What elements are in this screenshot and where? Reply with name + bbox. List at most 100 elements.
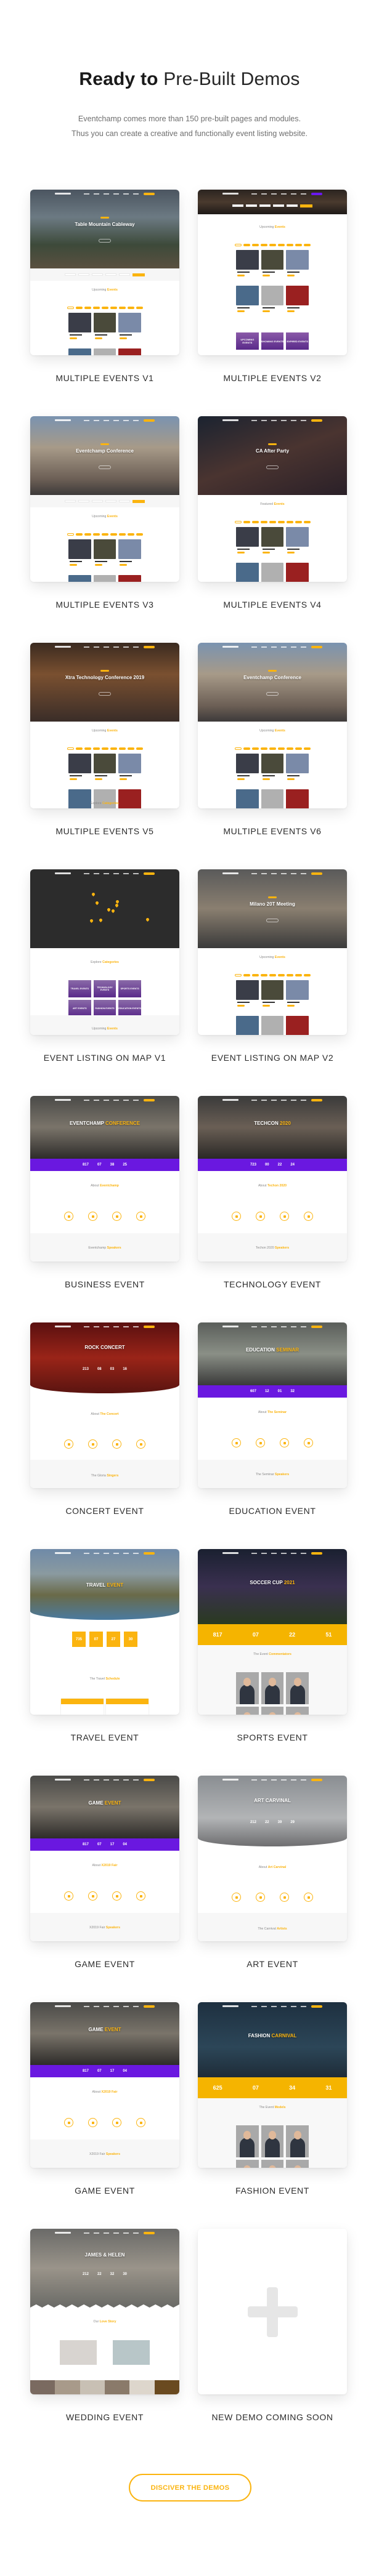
- demo-item[interactable]: Milano 20T Meeting Upcoming Events EVENT L…: [198, 869, 347, 1063]
- coming-soon-card[interactable]: [198, 2229, 347, 2394]
- demo-item[interactable]: ART CARVINAL 212 22 39 29 About Art Carvinal T…: [198, 1776, 347, 1969]
- demo-item[interactable]: Eventchamp Conference Upcoming Events MULT…: [30, 416, 179, 610]
- preview-event-image: [261, 980, 284, 1000]
- demo-preview-card[interactable]: TRAVEL EVENT 735 07 27 30 The Travel Schedule: [30, 1549, 179, 1715]
- preview-event-info: [286, 1000, 309, 1013]
- demo-label[interactable]: MULTIPLE EVENTS V6: [185, 826, 359, 836]
- preview-navbar: [30, 1549, 179, 1557]
- preview-event-grid: [236, 527, 309, 582]
- demo-item[interactable]: Table Mountain Cableway Upcoming Events MU…: [30, 190, 179, 383]
- discover-demos-button[interactable]: DISCIVER THE DEMOS: [129, 2474, 251, 2502]
- demo-label[interactable]: FASHION EVENT: [185, 2186, 359, 2196]
- preview-nav-link: [133, 1326, 139, 1327]
- preview-section-title-accent: The Seminar: [267, 1411, 287, 1414]
- countdown-value: 32: [110, 2272, 115, 2276]
- demo-item[interactable]: GAME EVENT 817 07 17 04 About X2019 Fair X2019…: [30, 2002, 179, 2196]
- demo-preview-card[interactable]: Milano 20T Meeting Upcoming Events: [198, 869, 347, 1035]
- demo-item[interactable]: Eventchamp Conference Upcoming Events MULT…: [198, 643, 347, 836]
- preview-nav-link: [261, 1099, 267, 1101]
- demo-label[interactable]: NEW DEMO COMING SOON: [185, 2412, 359, 2422]
- preview-nav-link: [251, 419, 257, 421]
- demo-label[interactable]: GAME EVENT: [18, 2186, 192, 2196]
- demo-item[interactable]: CA After Party Featured Events MULTIPLE EV…: [198, 416, 347, 610]
- preview-logo: [55, 1326, 71, 1327]
- demo-item[interactable]: GAME EVENT 817 07 17 04 About X2019 Fair X2019…: [30, 1776, 179, 1969]
- demo-label[interactable]: TECHNOLOGY EVENT: [185, 1279, 359, 1289]
- demo-preview-card[interactable]: ART CARVINAL 212 22 39 29 About Art Carvinal T…: [198, 1776, 347, 1941]
- demo-label[interactable]: EVENT LISTING ON MAP V1: [18, 1053, 192, 1063]
- preview-nav-link: [133, 1552, 139, 1554]
- demo-preview-card[interactable]: JAMES & HELEN 212 22 32 30 Our Love Story: [30, 2229, 179, 2394]
- demo-item[interactable]: FASHION CARNIVAL 625 07 34 31 The Event Model…: [198, 2002, 347, 2196]
- preview-hero-title-text: Table Mountain Cableway: [75, 222, 135, 227]
- countdown-box: 30: [124, 1632, 137, 1647]
- preview-section-title: Upcoming Events: [198, 956, 347, 959]
- map-pin-icon: [114, 903, 120, 908]
- filter-pill: [243, 521, 250, 523]
- filter-pill: [277, 747, 285, 750]
- demo-label[interactable]: MULTIPLE EVENTS V3: [18, 600, 192, 610]
- demo-item[interactable]: EDUCATION SEMINAR 607 12 01 32 About The Semi…: [198, 1322, 347, 1516]
- demo-preview-card[interactable]: TECHCON 2020 723 00 22 24 About Techon 2020 Te…: [198, 1096, 347, 1262]
- filter-pill: [269, 521, 276, 523]
- demo-item[interactable]: ROCK CONCERT 213 08 03 16 About The Concert Th…: [30, 1322, 179, 1516]
- preview-event-card: [68, 539, 91, 573]
- demo-label[interactable]: ART EVENT: [185, 1959, 359, 1969]
- demo-item[interactable]: TECHCON 2020 723 00 22 24 About Techon 2020 Te…: [198, 1096, 347, 1289]
- demo-item[interactable]: Xtra Technology Conference 2019 Upcoming …: [30, 643, 179, 836]
- demo-preview-card[interactable]: EVENTCHAMP CONFERENCE 817 07 38 25 About Even…: [30, 1096, 179, 1262]
- demo-label[interactable]: SPORTS EVENT: [185, 1733, 359, 1742]
- demo-label[interactable]: MULTIPLE EVENTS V2: [185, 373, 359, 383]
- countdown-value: 29: [290, 1821, 295, 1824]
- demo-preview-card[interactable]: GAME EVENT 817 07 17 04 About X2019 Fair X2019…: [30, 2002, 179, 2168]
- demo-preview-card[interactable]: SOCCER CUP 2021 817 07 22 51 The Event Commen…: [198, 1549, 347, 1715]
- demo-label[interactable]: MULTIPLE EVENTS V4: [185, 600, 359, 610]
- demo-label[interactable]: EVENT LISTING ON MAP V2: [185, 1053, 359, 1063]
- demo-preview-card[interactable]: Upcoming Events UPCOMING EVENTS SHOWING EV…: [198, 190, 347, 355]
- demo-preview-card[interactable]: ROCK CONCERT 213 08 03 16 About The Concert Th…: [30, 1322, 179, 1488]
- filter-pill: [286, 974, 293, 976]
- demo-preview-card[interactable]: Eventchamp Conference Upcoming Events: [198, 643, 347, 808]
- search-button: [132, 273, 145, 276]
- demo-preview-card[interactable]: EDUCATION SEMINAR 607 12 01 32 About The Semi…: [198, 1322, 347, 1488]
- search-button: [300, 204, 312, 207]
- demo-preview-card[interactable]: GAME EVENT 817 07 17 04 About X2019 Fair X2019…: [30, 1776, 179, 1941]
- demo-label[interactable]: EDUCATION EVENT: [185, 1506, 359, 1516]
- demo-label[interactable]: WEDDING EVENT: [18, 2412, 192, 2422]
- preview-secondary-title: Techon 2020 Speakers: [198, 1246, 347, 1250]
- preview-navbar: [30, 1322, 179, 1330]
- preview-nav-link: [133, 2232, 139, 2234]
- demo-label[interactable]: TRAVEL EVENT: [18, 1733, 192, 1742]
- demo-item[interactable]: SOCCER CUP 2021 817 07 22 51 The Event Commen…: [198, 1549, 347, 1742]
- preview-secondary-title-accent: Artists: [277, 1927, 287, 1931]
- demo-preview-card[interactable]: Explore Categories TRAVEL EVENTS TECHNOLOG…: [30, 869, 179, 1035]
- demo-preview-card[interactable]: CA After Party Featured Events: [198, 416, 347, 582]
- demo-item[interactable]: Explore Categories TRAVEL EVENTS TECHNOLOG…: [30, 869, 179, 1063]
- demo-label[interactable]: BUSINESS EVENT: [18, 1279, 192, 1289]
- preview-event-info: [68, 559, 91, 573]
- demo-item[interactable]: EVENTCHAMP CONFERENCE 817 07 38 25 About Even…: [30, 1096, 179, 1289]
- preview-hero: [30, 869, 179, 948]
- preview-nav-link: [271, 1099, 277, 1101]
- preview-hero-button: [99, 239, 111, 243]
- preview-login-button: [144, 2005, 155, 2008]
- demo-label[interactable]: GAME EVENT: [18, 1959, 192, 1969]
- demo-label[interactable]: MULTIPLE EVENTS V5: [18, 826, 192, 836]
- demo-item[interactable]: JAMES & HELEN 212 22 32 30 Our Love Story WEDD…: [30, 2229, 179, 2422]
- demo-item[interactable]: TRAVEL EVENT 735 07 27 30 The Travel Schedule…: [30, 1549, 179, 1742]
- demo-item[interactable]: NEW DEMO COMING SOON: [198, 2229, 347, 2422]
- plus-icon-vertical: [267, 2287, 278, 2337]
- preview-nav-link: [113, 872, 119, 874]
- preview-logo: [222, 872, 238, 874]
- preview-section-title-accent: Events: [274, 502, 285, 506]
- filter-pill: [92, 307, 100, 309]
- demo-label[interactable]: MULTIPLE EVENTS V1: [18, 373, 192, 383]
- demo-preview-card[interactable]: Table Mountain Cableway Upcoming Events: [30, 190, 179, 355]
- preview-countdown: 735 07 27 30: [30, 1632, 179, 1647]
- demo-label[interactable]: CONCERT EVENT: [18, 1506, 192, 1516]
- demo-preview-card[interactable]: FASHION CARNIVAL 625 07 34 31 The Event Model…: [198, 2002, 347, 2168]
- demo-preview-card[interactable]: Xtra Technology Conference 2019 Upcoming …: [30, 643, 179, 808]
- preview-nav-link: [94, 193, 99, 195]
- demo-item[interactable]: Upcoming Events UPCOMING EVENTS SHOWING EV…: [198, 190, 347, 383]
- demo-preview-card[interactable]: Eventchamp Conference Upcoming Events: [30, 416, 179, 582]
